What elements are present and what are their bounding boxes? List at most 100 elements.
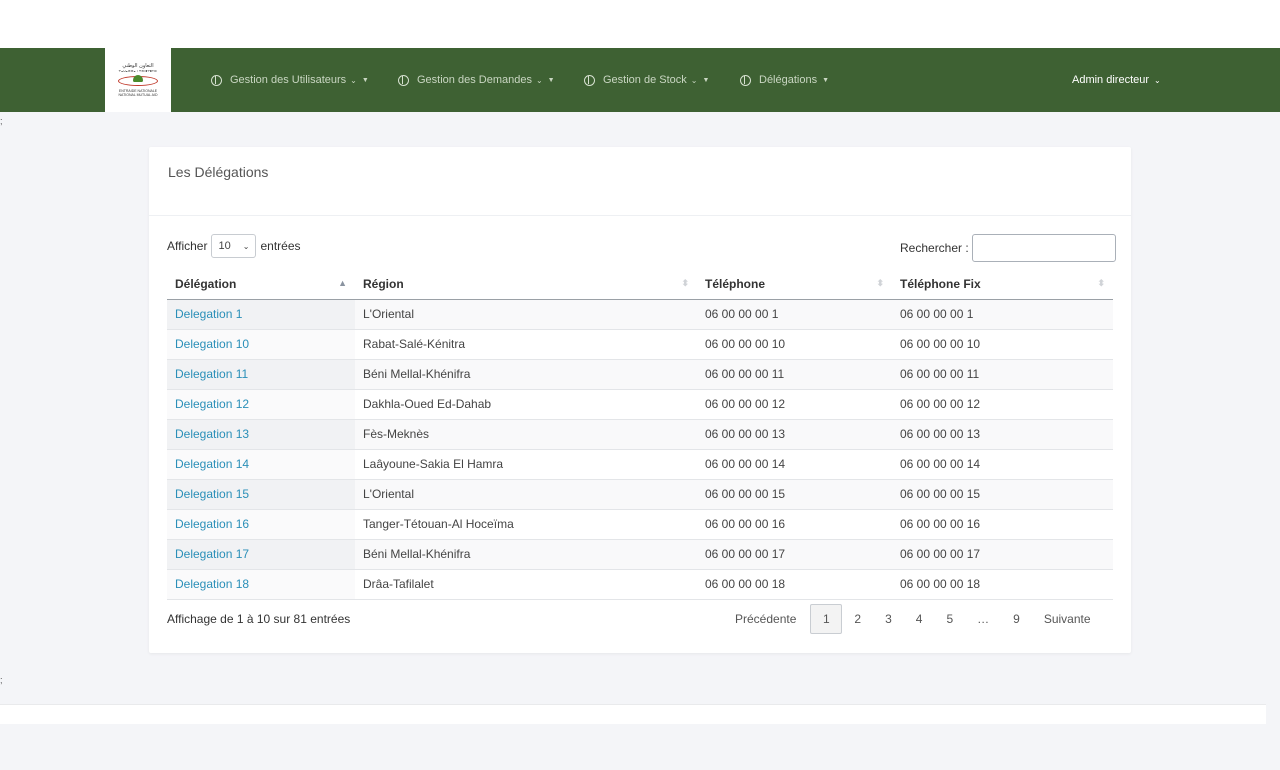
telephone-cell: 06 00 00 00 16 xyxy=(697,509,892,540)
pagination-ellipsis: … xyxy=(977,612,990,626)
nav-label: Gestion des Demandes xyxy=(417,74,532,86)
chevron-down-icon: ⌄ xyxy=(1154,75,1161,85)
column-header-delegation[interactable]: Délégation ▲ xyxy=(167,269,355,300)
delegation-cell: Delegation 16 xyxy=(167,509,355,540)
region-cell: Fès-Meknès xyxy=(355,419,697,450)
globe-icon xyxy=(584,74,595,86)
user-menu[interactable]: Admin directeur ⌄ xyxy=(1072,48,1161,112)
globe-icon xyxy=(211,74,222,86)
column-header-telephone-fix[interactable]: Téléphone Fix ⬍ xyxy=(892,269,1113,300)
search-control: Rechercher : xyxy=(900,234,1116,262)
telephone-cell: 06 00 00 00 1 xyxy=(697,299,892,330)
length-suffix: entrées xyxy=(260,239,301,253)
sort-icon: ⬍ xyxy=(1097,278,1105,288)
nav-label: Délégations xyxy=(759,74,818,86)
telephone-cell: 06 00 00 00 17 xyxy=(697,539,892,570)
pagination: Précédente 1 2 3 4 5 … 9 Suivante xyxy=(727,603,1103,635)
telephone-cell: 06 00 00 00 10 xyxy=(697,329,892,360)
telephone-fix-cell: 06 00 00 00 14 xyxy=(892,449,1113,480)
chevron-down-icon: ⌄ xyxy=(350,75,357,85)
telephone-cell: 06 00 00 00 14 xyxy=(697,449,892,480)
delegation-link[interactable]: Delegation 12 xyxy=(175,397,249,411)
delegation-cell: Delegation 15 xyxy=(167,479,355,510)
chevron-down-icon: ⌄ xyxy=(690,75,698,85)
delegation-link[interactable]: Delegation 10 xyxy=(175,337,249,351)
region-cell: Drâa-Tafilalet xyxy=(355,569,697,600)
telephone-fix-cell: 06 00 00 00 1 xyxy=(892,299,1113,330)
delegation-link[interactable]: Delegation 16 xyxy=(175,517,249,531)
delegation-link[interactable]: Delegation 18 xyxy=(175,577,249,591)
search-label: Rechercher : xyxy=(900,241,969,255)
table-row: Delegation 17 Béni Mellal-Khénifra 06 00… xyxy=(167,539,1113,570)
delegation-cell: Delegation 14 xyxy=(167,449,355,480)
nav-gestion-utilisateurs[interactable]: Gestion des Utilisateurs ⌄ ▼ xyxy=(211,48,369,112)
sort-icon: ⬍ xyxy=(876,278,884,288)
column-header-region[interactable]: Région ⬍ xyxy=(355,269,697,300)
telephone-fix-cell: 06 00 00 00 12 xyxy=(892,389,1113,420)
table-row: Delegation 16 Tanger-Tétouan-Al Hoceïma … xyxy=(167,509,1113,540)
page-title: Les Délégations xyxy=(168,164,269,180)
column-label: Téléphone xyxy=(705,276,766,291)
top-navbar: التعاون الوطني ⵜⴰⵡⴰⵙⵙⴰ ⵏ ⵜⵙⵏⵓⵖⵓⵢⵉⵏ ENTRA… xyxy=(0,48,1280,112)
entries-length-control: Afficher 10 ⌄ entrées xyxy=(167,234,301,258)
pagination-next[interactable]: Suivante xyxy=(1032,604,1103,634)
nav-gestion-demandes[interactable]: Gestion des Demandes ⌄ ▼ xyxy=(398,48,555,112)
telephone-cell: 06 00 00 00 13 xyxy=(697,419,892,450)
telephone-fix-cell: 06 00 00 00 18 xyxy=(892,569,1113,600)
caret-down-icon: ▼ xyxy=(547,76,555,84)
nav-label: Gestion des Utilisateurs xyxy=(230,74,347,86)
entries-length-select[interactable]: 10 ⌄ xyxy=(211,234,257,258)
pagination-previous[interactable]: Précédente xyxy=(727,604,804,634)
stray-semicolon: ; xyxy=(0,116,3,126)
chevron-down-icon: ⌄ xyxy=(535,75,543,85)
telephone-cell: 06 00 00 00 11 xyxy=(697,359,892,390)
entraide-nationale-logo[interactable]: التعاون الوطني ⵜⴰⵡⴰⵙⵙⴰ ⵏ ⵜⵙⵏⵓⵖⵓⵢⵉⵏ ENTRA… xyxy=(105,48,171,112)
telephone-cell: 06 00 00 00 18 xyxy=(697,569,892,600)
region-cell: Dakhla-Oued Ed-Dahab xyxy=(355,389,697,420)
caret-down-icon: ▼ xyxy=(822,76,830,84)
pagination-page[interactable]: 4 xyxy=(904,604,935,634)
region-cell: L'Oriental xyxy=(355,299,697,330)
region-cell: Laâyoune-Sakia El Hamra xyxy=(355,449,697,480)
table-row: Delegation 14 Laâyoune-Sakia El Hamra 06… xyxy=(167,449,1113,480)
sort-asc-icon: ▲ xyxy=(338,278,347,288)
user-name: Admin directeur xyxy=(1072,74,1150,86)
delegation-cell: Delegation 1 xyxy=(167,299,355,330)
table-row: Delegation 10 Rabat-Salé-Kénitra 06 00 0… xyxy=(167,329,1113,360)
delegation-link[interactable]: Delegation 11 xyxy=(175,367,248,381)
delegation-link[interactable]: Delegation 17 xyxy=(175,547,249,561)
footer xyxy=(0,704,1266,724)
table-row: Delegation 15 L'Oriental 06 00 00 00 15 … xyxy=(167,479,1113,510)
table-row: Delegation 1 L'Oriental 06 00 00 00 1 06… xyxy=(167,299,1113,330)
chevron-down-icon: ⌄ xyxy=(242,241,250,251)
telephone-fix-cell: 06 00 00 00 15 xyxy=(892,479,1113,510)
column-header-telephone[interactable]: Téléphone ⬍ xyxy=(697,269,892,300)
region-cell: Béni Mellal-Khénifra xyxy=(355,359,697,390)
caret-down-icon: ▼ xyxy=(702,76,710,84)
sort-icon: ⬍ xyxy=(681,278,689,288)
delegation-cell: Delegation 11 xyxy=(167,359,355,390)
telephone-fix-cell: 06 00 00 00 10 xyxy=(892,329,1113,360)
delegation-link[interactable]: Delegation 15 xyxy=(175,487,249,501)
delegation-link[interactable]: Delegation 1 xyxy=(175,307,242,321)
nav-gestion-stock[interactable]: Gestion de Stock ⌄ ▼ xyxy=(584,48,709,112)
table-row: Delegation 12 Dakhla-Oued Ed-Dahab 06 00… xyxy=(167,389,1113,420)
pagination-page-current[interactable]: 1 xyxy=(810,604,843,634)
pagination-page[interactable]: 2 xyxy=(842,604,873,634)
pagination-page[interactable]: 9 xyxy=(1001,604,1032,634)
pagination-page[interactable]: 3 xyxy=(873,604,904,634)
pagination-page[interactable]: 5 xyxy=(934,604,965,634)
nav-delegations[interactable]: Délégations ▼ xyxy=(740,48,829,112)
search-input[interactable] xyxy=(971,234,1116,262)
region-cell: Rabat-Salé-Kénitra xyxy=(355,329,697,360)
delegation-cell: Delegation 10 xyxy=(167,329,355,360)
caret-down-icon: ▼ xyxy=(361,76,369,84)
delegation-cell: Delegation 18 xyxy=(167,569,355,600)
delegations-card: Les Délégations Afficher 10 ⌄ entrées Re… xyxy=(149,147,1131,653)
delegation-link[interactable]: Delegation 13 xyxy=(175,427,249,441)
delegation-link[interactable]: Delegation 14 xyxy=(175,457,249,471)
nav-label: Gestion de Stock xyxy=(603,74,687,86)
logo-emblem-icon xyxy=(116,74,160,88)
card-header: Les Délégations xyxy=(149,147,1131,216)
length-prefix: Afficher xyxy=(167,239,208,253)
